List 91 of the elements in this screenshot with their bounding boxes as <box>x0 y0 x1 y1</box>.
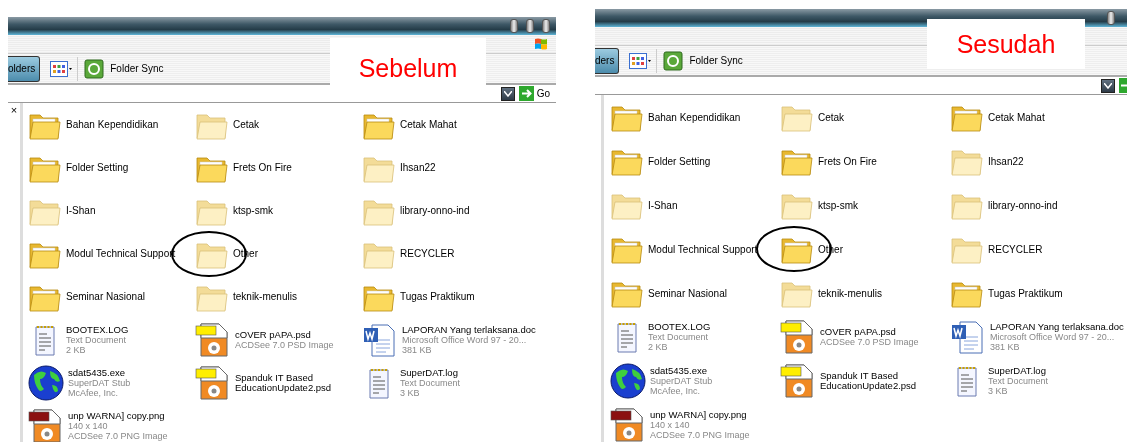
dropdown-button[interactable] <box>1101 78 1115 93</box>
file-name[interactable]: sdat5435.exe <box>650 366 713 376</box>
file-detail: SuperDAT Stub <box>68 377 131 388</box>
folder-name[interactable]: teknik-menulis <box>233 291 297 302</box>
folder-name[interactable]: Cetak <box>233 119 260 130</box>
file-detail: McAfee, Inc. <box>650 386 702 396</box>
window-control[interactable] <box>542 19 550 33</box>
image-file-icon <box>780 319 816 355</box>
image-file-icon <box>780 363 816 399</box>
word-document-icon <box>362 321 398 358</box>
file-name[interactable]: SuperDAT.log <box>400 367 461 378</box>
flag-logo-icon <box>534 37 548 51</box>
folder-name[interactable]: Seminar Nasional <box>648 287 727 299</box>
folder-name[interactable]: Frets On Fire <box>233 162 292 173</box>
folder-name[interactable]: I-Shan <box>66 205 96 216</box>
file-detail: ACDSee 7.0 PNG Image <box>68 430 168 441</box>
file-detail: 2 KB <box>648 342 669 352</box>
image-file-icon <box>195 321 231 358</box>
folder-name[interactable]: Frets On Fire <box>818 155 877 167</box>
file-name[interactable]: LAPORAN Yang terlaksana.doc <box>402 324 536 335</box>
folder-name[interactable]: Ihsan22 <box>400 162 436 173</box>
file-detail: Text Document <box>988 376 1049 386</box>
folder-name[interactable]: library-onno-ind <box>988 199 1058 211</box>
file-name[interactable]: unp WARNA] copy.png <box>650 410 750 420</box>
window-control[interactable] <box>1107 11 1115 25</box>
file-detail: Text Document <box>66 334 128 345</box>
file-name[interactable]: BOOTEX.LOG <box>66 324 129 335</box>
folder-name[interactable]: I-Shan <box>648 199 678 211</box>
close-button[interactable]: × <box>10 103 18 117</box>
folders-button[interactable]: ders <box>595 47 620 74</box>
globe-icon <box>610 363 646 399</box>
folder-name[interactable]: Folder Setting <box>648 155 711 167</box>
folder-name[interactable]: ktsp-smk <box>233 205 273 216</box>
caption-label: Sebelum <box>358 53 458 83</box>
file-name[interactable]: Spanduk IT Based EducationUpdate2.psd <box>235 372 355 393</box>
folder-sync-button[interactable]: Folder Sync <box>663 50 743 71</box>
folder-name[interactable]: Seminar Nasional <box>66 291 145 302</box>
file-detail: ACDSee 7.0 PNG Image <box>650 430 750 440</box>
folders-button[interactable]: olders <box>8 55 41 82</box>
file-name[interactable]: LAPORAN Yang terlaksana.doc <box>990 322 1124 332</box>
window-control[interactable] <box>510 19 518 33</box>
file-name[interactable]: unp WARNA] copy.png <box>68 410 168 421</box>
file-detail: 140 x 140 <box>68 420 108 431</box>
file-detail: Text Document <box>648 332 710 342</box>
file-detail: Text Document <box>400 377 461 388</box>
folder-name[interactable]: Bahan Kependidikan <box>66 119 159 130</box>
file-detail: McAfee, Inc. <box>68 387 120 398</box>
caption-label: Sesudah <box>956 29 1056 59</box>
file-name[interactable]: sdat5435.exe <box>68 367 131 378</box>
grid-view-icon <box>50 60 73 77</box>
folder-name[interactable]: Tugas Praktikum <box>988 287 1063 299</box>
dropdown-button[interactable] <box>500 86 515 101</box>
folder-name[interactable]: Tugas Praktikum <box>400 291 475 302</box>
chevron-down-icon <box>1104 82 1112 89</box>
folder-name[interactable]: ktsp-smk <box>818 199 858 211</box>
globe-icon <box>28 364 64 401</box>
file-detail: ACDSee 7.0 PSD Image <box>235 339 334 350</box>
file-name[interactable]: SuperDAT.log <box>988 366 1049 376</box>
folder-sync-button[interactable]: Folder Sync <box>84 58 164 79</box>
folder-name[interactable]: Cetak <box>818 111 845 123</box>
file-name[interactable]: cOVER pAPA.psd <box>820 327 919 337</box>
word-document-icon <box>950 319 986 355</box>
file-detail: Microsoft Office Word 97 - 20... <box>402 334 528 345</box>
file-detail: 3 KB <box>400 387 421 398</box>
file-name[interactable]: Spanduk IT Based EducationUpdate2.psd <box>820 371 940 391</box>
file-detail: 381 KB <box>402 344 433 355</box>
sync-icon <box>663 50 684 71</box>
file-name[interactable]: BOOTEX.LOG <box>648 322 711 332</box>
file-detail: Microsoft Office Word 97 - 20... <box>990 332 1116 342</box>
window-control[interactable] <box>526 19 534 33</box>
folder-name[interactable]: Folder Setting <box>66 162 129 173</box>
folder-name[interactable]: RECYCLER <box>988 243 1043 255</box>
folder-name[interactable]: RECYCLER <box>400 248 455 259</box>
file-detail: 2 KB <box>66 344 87 355</box>
folder-name[interactable]: Ihsan22 <box>988 155 1024 167</box>
sync-icon <box>84 58 105 79</box>
file-name[interactable]: cOVER pAPA.psd <box>235 329 334 340</box>
file-detail: ACDSee 7.0 PSD Image <box>820 337 919 347</box>
go-button[interactable]: Go <box>518 86 550 101</box>
file-detail: SuperDAT Stub <box>650 376 713 386</box>
grid-view-icon <box>629 52 652 69</box>
folder-name[interactable]: Bahan Kependidikan <box>648 111 741 123</box>
folder-name[interactable]: Cetak Mahat <box>988 111 1045 123</box>
file-detail: 381 KB <box>990 342 1021 352</box>
folder-name[interactable]: teknik-menulis <box>818 287 882 299</box>
folder-name[interactable]: Cetak Mahat <box>400 119 457 130</box>
image-file-icon <box>195 364 231 401</box>
folder-name[interactable]: library-onno-ind <box>400 205 470 216</box>
chevron-down-icon <box>503 90 512 97</box>
file-detail: 140 x 140 <box>650 420 691 430</box>
file-detail: 3 KB <box>988 386 1009 396</box>
